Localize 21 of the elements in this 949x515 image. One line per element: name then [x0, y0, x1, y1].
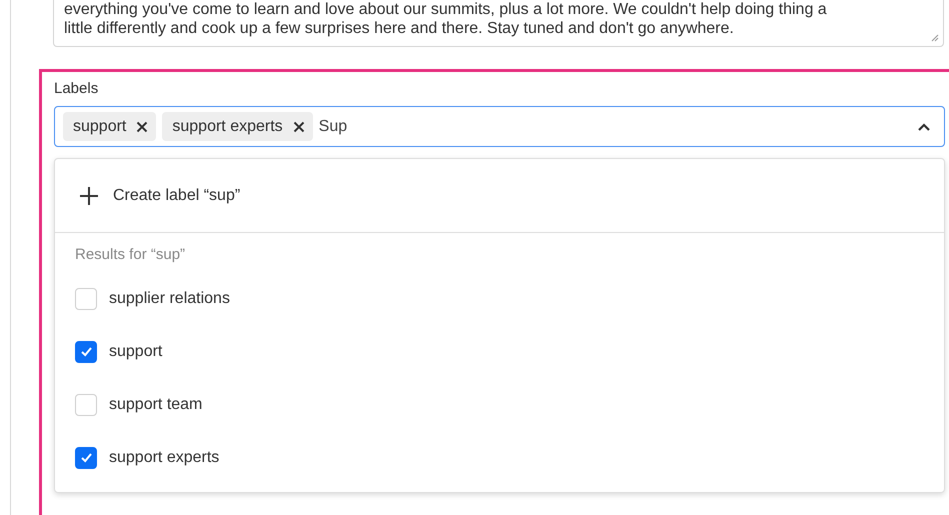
checkbox[interactable] — [75, 446, 97, 468]
field-label: Labels — [54, 80, 98, 97]
resize-grip-icon[interactable] — [931, 34, 939, 42]
label-chip[interactable]: support experts — [162, 112, 313, 141]
option-label[interactable]: support experts — [109, 448, 220, 466]
check-icon — [80, 345, 92, 358]
option-label[interactable]: support team — [109, 396, 202, 414]
labels-input-field[interactable]: support support experts Sup — [54, 106, 945, 147]
typed-text: Sup — [318, 118, 348, 136]
caret-icon[interactable] — [918, 122, 930, 130]
remove-icon[interactable] — [136, 120, 148, 132]
create-label-option[interactable]: Create label “sup” — [55, 159, 944, 233]
description-field[interactable]: everything you've come to learn and love about our summits, plus a lot more. We couldn't help doing thing a little differently and cook up a few surprises here and there. Stay tuned and don't go anywhere. — [53, 0, 944, 47]
checkbox[interactable] — [75, 340, 97, 362]
check-icon — [80, 451, 92, 464]
plus-icon — [79, 186, 99, 206]
label-chip[interactable]: support — [63, 112, 156, 141]
remove-icon[interactable] — [292, 120, 305, 132]
option-label[interactable]: support — [109, 342, 162, 360]
option-label[interactable]: supplier relations — [109, 290, 230, 308]
results-heading: Results for “sup” — [74, 245, 186, 263]
